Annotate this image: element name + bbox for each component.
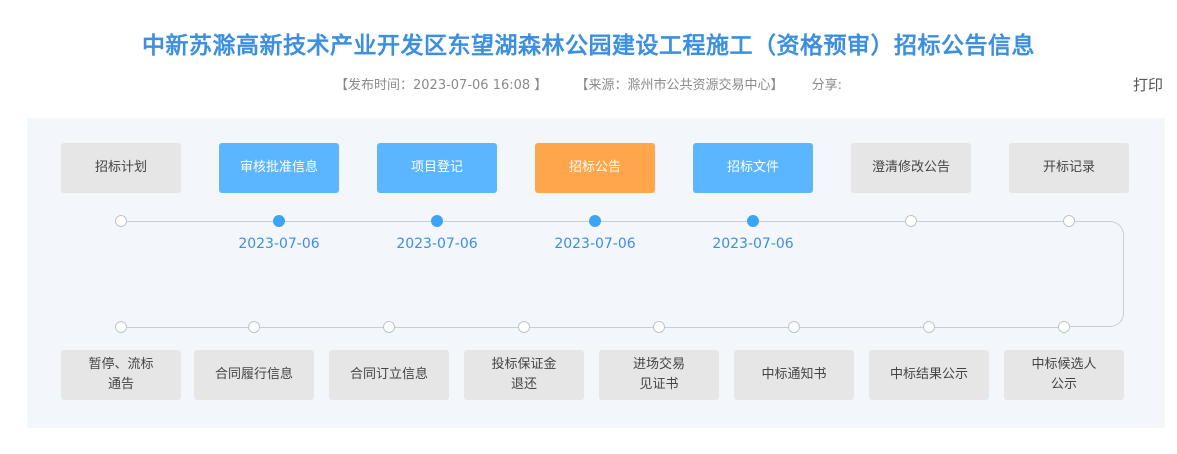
timeline-dot	[518, 321, 530, 333]
step-label: 招标公告	[568, 160, 621, 175]
step-label: 审核批准信息	[239, 160, 318, 175]
step-top-5[interactable]: 招标文件	[693, 143, 813, 193]
timeline-connector	[1062, 221, 1124, 327]
step-label: 项目登记	[410, 160, 463, 175]
timeline-dot	[905, 215, 917, 227]
timeline-dot	[383, 321, 395, 333]
publish-time: 【发布时间：2023-07-06 16:08 】	[335, 78, 548, 93]
timeline-dot	[653, 321, 665, 333]
step-top-4[interactable]: 招标公告	[535, 143, 655, 193]
share-label[interactable]: 分享:	[812, 78, 842, 93]
step-label: 中标候选人 公示	[1031, 357, 1097, 392]
step-label: 合同订立信息	[349, 367, 428, 382]
timeline-dot	[747, 215, 759, 227]
step-date: 2023-07-06	[712, 236, 794, 252]
step-bottom-5[interactable]: 进场交易 见证书	[599, 350, 719, 400]
step-label: 进场交易 见证书	[632, 357, 685, 392]
step-label: 暂停、流标 通告	[88, 357, 154, 392]
step-top-6[interactable]: 澄清修改公告	[851, 143, 971, 193]
page-title: 中新苏滁高新技术产业开发区东望湖森林公园建设工程施工（资格预审）招标公告信息	[142, 33, 1035, 59]
step-label: 中标结果公示	[889, 367, 968, 382]
timeline-dot	[115, 321, 127, 333]
timeline-dot	[923, 321, 935, 333]
step-bottom-2[interactable]: 合同履行信息	[194, 350, 314, 400]
page: 中新苏滁高新技术产业开发区东望湖森林公园建设工程施工（资格预审）招标公告信息 【…	[0, 0, 1177, 454]
step-date: 2023-07-06	[396, 236, 478, 252]
timeline-dot	[115, 215, 127, 227]
step-top-7[interactable]: 开标记录	[1009, 143, 1129, 193]
step-label: 招标计划	[94, 160, 147, 175]
step-label: 招标文件	[726, 160, 779, 175]
timeline-line-bottom	[121, 327, 1062, 328]
step-bottom-1[interactable]: 暂停、流标 通告	[61, 350, 181, 400]
step-top-1[interactable]: 招标计划	[61, 143, 181, 193]
source: 【来源：滁州市公共资源交易中心】	[575, 78, 784, 93]
step-label: 中标通知书	[761, 367, 827, 382]
timeline-dot	[788, 321, 800, 333]
step-label: 澄清修改公告	[871, 160, 950, 175]
step-bottom-8[interactable]: 中标候选人 公示	[1004, 350, 1124, 400]
step-bottom-4[interactable]: 投标保证金 退还	[464, 350, 584, 400]
print-button[interactable]: 打印	[1133, 74, 1163, 95]
step-date: 2023-07-06	[554, 236, 636, 252]
step-label: 投标保证金 退还	[491, 357, 557, 392]
step-bottom-6[interactable]: 中标通知书	[734, 350, 854, 400]
step-top-3[interactable]: 项目登记	[377, 143, 497, 193]
timeline-dot	[1058, 321, 1070, 333]
timeline-dot	[1063, 215, 1075, 227]
timeline-dot	[248, 321, 260, 333]
step-top-2[interactable]: 审核批准信息	[219, 143, 339, 193]
step-bottom-7[interactable]: 中标结果公示	[869, 350, 989, 400]
meta-bar: 【发布时间：2023-07-06 16:08 】 【来源：滁州市公共资源交易中心…	[0, 74, 1177, 93]
step-label: 合同履行信息	[214, 367, 293, 382]
step-label: 开标记录	[1042, 160, 1095, 175]
timeline-dot	[589, 215, 601, 227]
step-date: 2023-07-06	[238, 236, 320, 252]
timeline-dot	[431, 215, 443, 227]
timeline-dot	[273, 215, 285, 227]
step-bottom-3[interactable]: 合同订立信息	[329, 350, 449, 400]
